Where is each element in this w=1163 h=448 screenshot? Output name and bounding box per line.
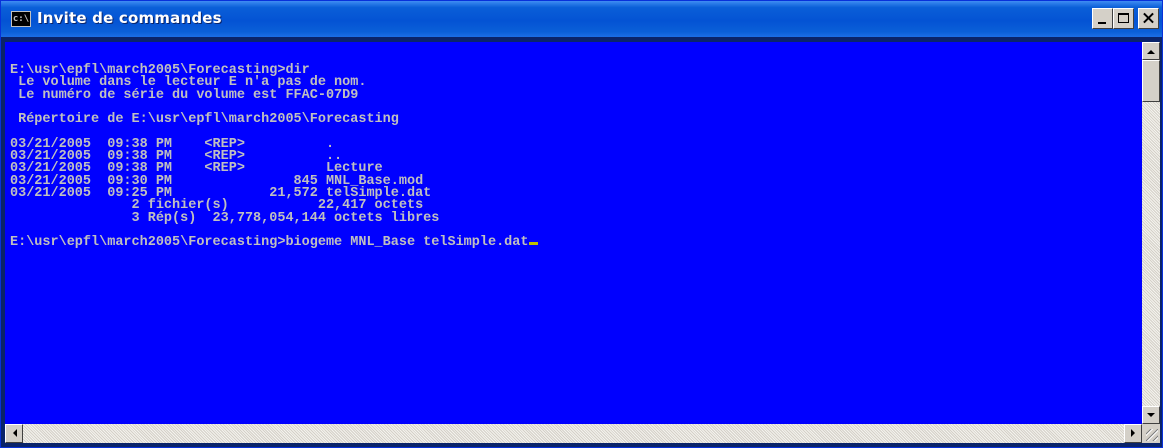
cmd-icon[interactable]: c:\ (11, 11, 31, 27)
console-text: E:\usr\epfl\march2005\Forecasting>dir Le… (5, 42, 1142, 249)
scroll-up-button[interactable] (1142, 42, 1160, 60)
scroll-down-button[interactable] (1142, 406, 1160, 424)
text-cursor (529, 242, 539, 246)
vertical-scroll-thumb[interactable] (1142, 60, 1160, 102)
scroll-left-button[interactable] (5, 424, 23, 443)
arrow-left-icon (9, 429, 17, 437)
command-prompt-window: c:\ Invite de commandes E:\usr\epfl\marc… (0, 0, 1163, 448)
arrow-up-icon (1147, 46, 1155, 54)
window-title: Invite de commandes (37, 9, 222, 27)
title-bar[interactable]: c:\ Invite de commandes (1, 1, 1162, 37)
vertical-scrollbar[interactable] (1142, 42, 1160, 424)
console-line: 3 Rép(s) 23,778,054,144 octets libres (10, 210, 440, 226)
minimize-button[interactable] (1092, 8, 1113, 29)
console-output-area[interactable]: E:\usr\epfl\march2005\Forecasting>dir Le… (5, 42, 1142, 424)
close-button[interactable] (1138, 8, 1159, 29)
arrow-right-icon (1131, 429, 1139, 437)
scroll-right-button[interactable] (1124, 424, 1142, 443)
resize-corner[interactable] (1142, 424, 1160, 443)
console-line: Le numéro de série du volume est FFAC-07… (10, 87, 359, 103)
resize-grip-icon[interactable] (1146, 429, 1158, 441)
maximize-button[interactable] (1113, 8, 1134, 29)
command-input-text[interactable]: E:\usr\epfl\march2005\Forecasting>biogem… (10, 235, 528, 250)
command-input-line[interactable]: E:\usr\epfl\march2005\Forecasting>biogem… (10, 235, 1142, 250)
console-line: Répertoire de E:\usr\epfl\march2005\Fore… (10, 112, 399, 128)
horizontal-scrollbar[interactable] (5, 424, 1142, 443)
arrow-down-icon (1147, 413, 1155, 421)
